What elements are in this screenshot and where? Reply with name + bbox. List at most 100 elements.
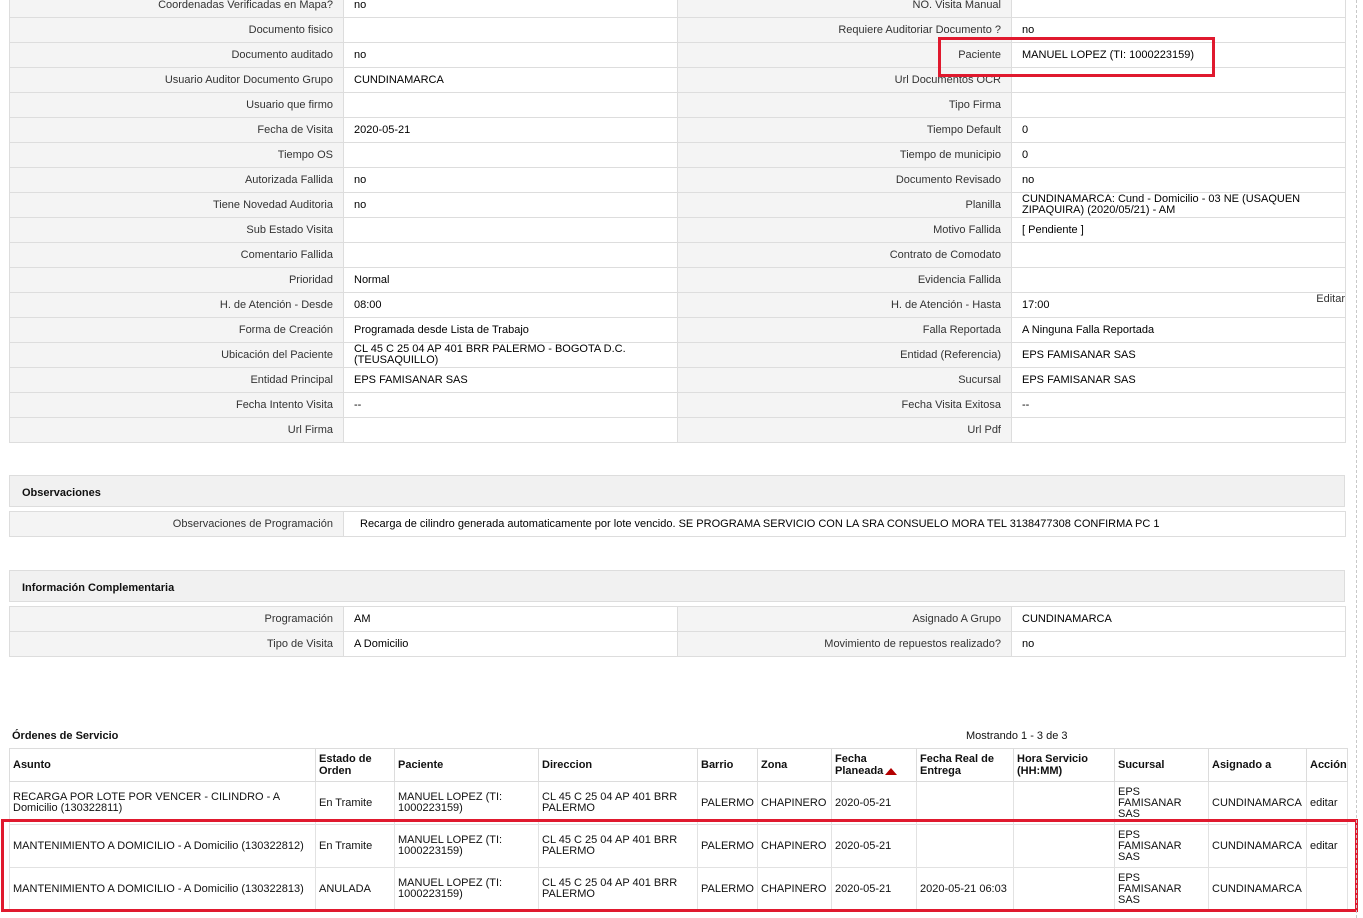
- field-label: Fecha Visita Exitosa: [677, 392, 1012, 418]
- complementaria-grid: Programación AM Asignado A Grupo CUNDINAMAR…: [9, 606, 1346, 657]
- field-label: Tipo de Visita: [9, 631, 344, 657]
- field-label: Requiere Auditoriar Documento ?: [677, 17, 1012, 43]
- edit-order-link[interactable]: editar: [1310, 797, 1338, 809]
- field-label: Contrato de Comodato: [677, 242, 1012, 268]
- detail-row: Sub Estado Visita Motivo Fallida[ Pendien…: [9, 217, 1346, 243]
- orders-title: Órdenes de Servicio: [12, 730, 119, 742]
- column-header-label: Direccion: [542, 759, 593, 771]
- observaciones-row: Observaciones de Programación Recarga de…: [9, 511, 1346, 537]
- page-edge-guide: [1356, 0, 1357, 918]
- field-value: [1011, 92, 1346, 118]
- field-value: no: [1011, 17, 1346, 43]
- detail-row: Prioridad Normal Evidencia Fallida: [9, 267, 1346, 293]
- observaciones-title: Observaciones: [22, 487, 101, 499]
- table-cell: 2020-05-21: [831, 867, 917, 911]
- table-cell: [916, 824, 1014, 868]
- complementaria-grid-body: Programación AM Asignado A Grupo CUNDINAMAR…: [9, 606, 1346, 657]
- detail-row: Usuario que firmo Tipo Firma: [9, 92, 1346, 118]
- field-value: A Domicilio: [343, 631, 678, 657]
- orders-table: Asunto Estado de Orden Paciente Direccion Ba…: [9, 748, 1348, 911]
- field-value: no: [1011, 631, 1346, 657]
- field-value: CUNDINAMARCA: Cund - Domicilio - 03 NE (…: [1011, 192, 1346, 218]
- column-header[interactable]: Asunto: [9, 748, 316, 782]
- column-header[interactable]: Fecha Planeada: [831, 748, 917, 782]
- detail-row: Ubicación del Paciente CL 45 C 25 04 AP 4…: [9, 342, 1346, 368]
- field-value: CUNDINAMARCA: [343, 67, 678, 93]
- field-value: 2020-05-21: [343, 117, 678, 143]
- column-header[interactable]: Estado de Orden: [315, 748, 395, 782]
- column-header-label: Asignado a: [1212, 759, 1272, 771]
- column-header[interactable]: Zona: [757, 748, 832, 782]
- field-label: Prioridad: [9, 267, 344, 293]
- field-label: Documento Revisado: [677, 167, 1012, 193]
- field-value: [1011, 67, 1346, 93]
- observaciones-header: Observaciones: [9, 475, 1345, 507]
- field-label: Entidad (Referencia): [677, 342, 1012, 368]
- table-cell: CL 45 C 25 04 AP 401 BRR PALERMO: [538, 824, 698, 868]
- field-label: Tiempo de municipio: [677, 142, 1012, 168]
- detail-row: Fecha de Visita 2020-05-21 Tiempo Default 0: [9, 117, 1346, 143]
- table-cell: CUNDINAMARCA: [1208, 781, 1307, 825]
- table-cell: CUNDINAMARCA: [1208, 824, 1307, 868]
- field-value: [1011, 267, 1346, 293]
- table-cell: PALERMO: [697, 867, 758, 911]
- table-cell: MANUEL LOPEZ (TI: 1000223159): [394, 781, 539, 825]
- field-value: no: [343, 42, 678, 68]
- field-label: Falla Reportada: [677, 317, 1012, 343]
- field-label: Documento fisico: [9, 17, 344, 43]
- field-value: [343, 417, 678, 443]
- table-cell: [1013, 824, 1115, 868]
- column-header[interactable]: Barrio: [697, 748, 758, 782]
- table-cell: 2020-05-21 06:03: [916, 867, 1014, 911]
- column-header[interactable]: Paciente: [394, 748, 539, 782]
- field-value: Normal: [343, 267, 678, 293]
- column-header-label: Paciente: [398, 759, 444, 771]
- field-label: Motivo Fallida: [677, 217, 1012, 243]
- table-cell: CHAPINERO: [757, 781, 832, 825]
- field-value: no: [343, 0, 678, 18]
- field-label: Tiene Novedad Auditoria: [9, 192, 344, 218]
- column-header[interactable]: Sucursal: [1114, 748, 1209, 782]
- field-label: Url Pdf: [677, 417, 1012, 443]
- column-header[interactable]: Direccion: [538, 748, 698, 782]
- field-label: NO. Visita Manual: [677, 0, 1012, 18]
- table-row: MANTENIMIENTO A DOMICILIO - A Domicilio …: [9, 867, 1348, 911]
- field-value: CUNDINAMARCA: [1011, 606, 1346, 632]
- field-value: EPS FAMISANAR SAS: [1011, 367, 1346, 393]
- column-header[interactable]: Fecha Real de Entrega: [916, 748, 1014, 782]
- field-value: [343, 142, 678, 168]
- field-label: Asignado A Grupo: [677, 606, 1012, 632]
- observaciones-label: Observaciones de Programación: [9, 511, 344, 537]
- edit-link[interactable]: Editar: [1316, 293, 1345, 305]
- column-header-label: Asunto: [13, 759, 51, 771]
- column-header-label: Estado de Orden: [319, 753, 372, 777]
- column-header-label: Sucursal: [1118, 759, 1165, 771]
- field-label: Forma de Creación: [9, 317, 344, 343]
- column-header[interactable]: Acción: [1306, 748, 1348, 782]
- table-cell: [1013, 781, 1115, 825]
- edit-order-link[interactable]: editar: [1310, 840, 1338, 852]
- table-cell: EPS FAMISANAR SAS: [1114, 824, 1209, 868]
- column-header-label: Acción: [1310, 759, 1347, 771]
- column-header[interactable]: Asignado a: [1208, 748, 1307, 782]
- field-value: Programada desde Lista de Trabajo: [343, 317, 678, 343]
- field-value: no: [343, 167, 678, 193]
- table-row: MANTENIMIENTO A DOMICILIO - A Domicilio …: [9, 824, 1348, 868]
- sort-ascending-icon: [885, 767, 898, 775]
- field-label: Entidad Principal: [9, 367, 344, 393]
- field-label: Sucursal: [677, 367, 1012, 393]
- table-cell: CUNDINAMARCA: [1208, 867, 1307, 911]
- table-cell: ANULADA: [315, 867, 395, 911]
- column-header[interactable]: Hora Servicio (HH:MM): [1013, 748, 1115, 782]
- detail-row: Usuario Auditor Documento Grupo CUNDINAMA…: [9, 67, 1346, 93]
- field-value: 08:00: [343, 292, 678, 318]
- detail-row: Autorizada Fallida no Documento Revisado no: [9, 167, 1346, 193]
- detail-row: Tiene Novedad Auditoria no Planilla CUNDINA…: [9, 192, 1346, 218]
- field-label: Usuario Auditor Documento Grupo: [9, 67, 344, 93]
- detail-row: H. de Atención - Desde 08:00 H. de Atenció…: [9, 292, 1346, 318]
- field-value: [1011, 0, 1346, 18]
- field-value: --: [1011, 392, 1346, 418]
- detail-row: Forma de Creación Programada desde Lista …: [9, 317, 1346, 343]
- field-value: 0: [1011, 142, 1346, 168]
- detail-row: Url Firma Url Pdf: [9, 417, 1346, 443]
